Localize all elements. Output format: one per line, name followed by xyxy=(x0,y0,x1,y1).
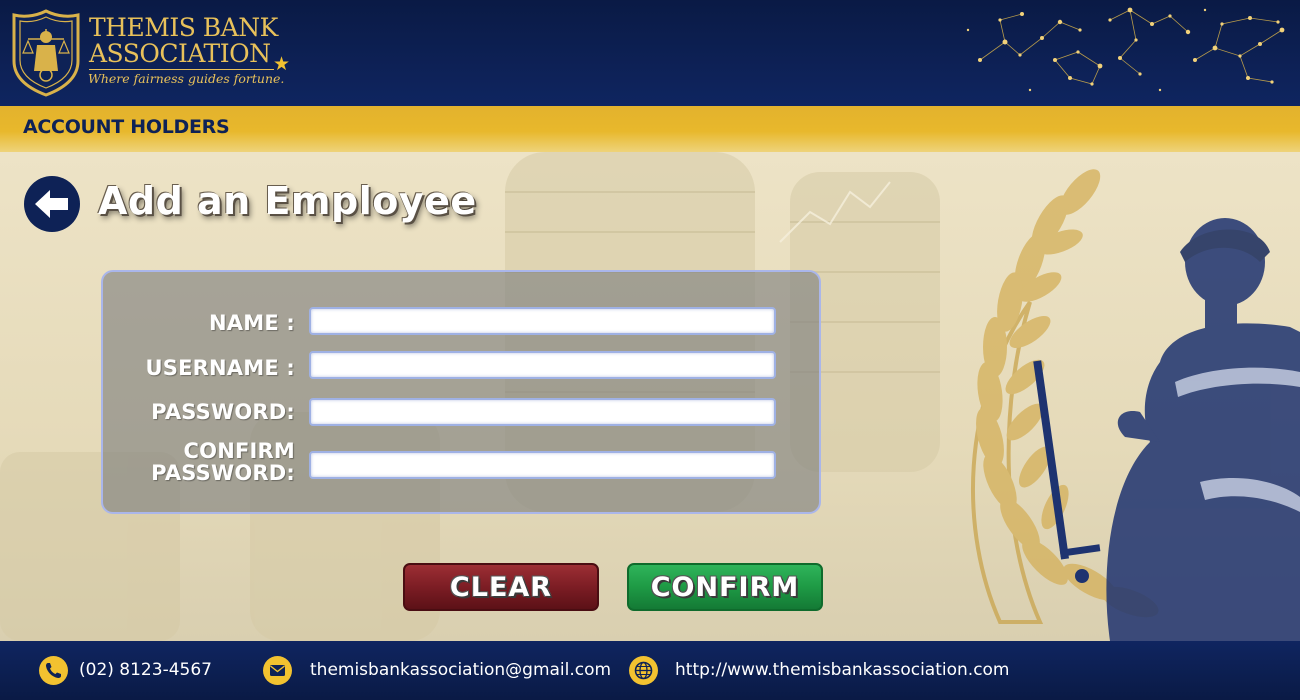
lady-justice-badge-icon xyxy=(12,9,80,97)
brand-divider xyxy=(89,69,274,70)
arrow-left-icon xyxy=(35,190,68,218)
brand-name-line1: THEMIS BANK xyxy=(89,13,278,42)
section-title: ACCOUNT HOLDERS xyxy=(23,116,230,138)
password-label: PASSWORD: xyxy=(151,400,295,424)
confirm-password-label-line1: CONFIRM xyxy=(183,439,295,463)
constellation-decoration xyxy=(966,7,1285,92)
brand-name-line2: ASSOCIATION xyxy=(89,39,271,68)
footer-website[interactable]: http://www.themisbankassociation.com xyxy=(675,659,1010,681)
back-button[interactable] xyxy=(24,176,80,232)
username-label: USERNAME : xyxy=(145,356,295,380)
clear-button[interactable]: CLEAR xyxy=(403,563,599,611)
globe-icon xyxy=(629,656,658,685)
confirm-password-field[interactable] xyxy=(309,451,776,479)
app-header: THEMIS BANK ASSOCIATION ★ Where fairness… xyxy=(0,0,1300,106)
brand-tagline: Where fairness guides fortune. xyxy=(88,71,285,86)
confirm-button[interactable]: CONFIRM xyxy=(627,563,823,611)
page-title: Add an Employee xyxy=(98,179,477,223)
username-field[interactable] xyxy=(309,351,776,379)
email-icon xyxy=(263,656,292,685)
phone-icon xyxy=(39,656,68,685)
name-field[interactable] xyxy=(309,307,776,335)
password-field[interactable] xyxy=(309,398,776,426)
footer-phone: (02) 8123-4567 xyxy=(79,660,212,680)
name-label: NAME : xyxy=(209,311,295,335)
footer-email[interactable]: themisbankassociation@gmail.com xyxy=(310,659,611,681)
confirm-password-label-line2: PASSWORD: xyxy=(151,461,295,485)
